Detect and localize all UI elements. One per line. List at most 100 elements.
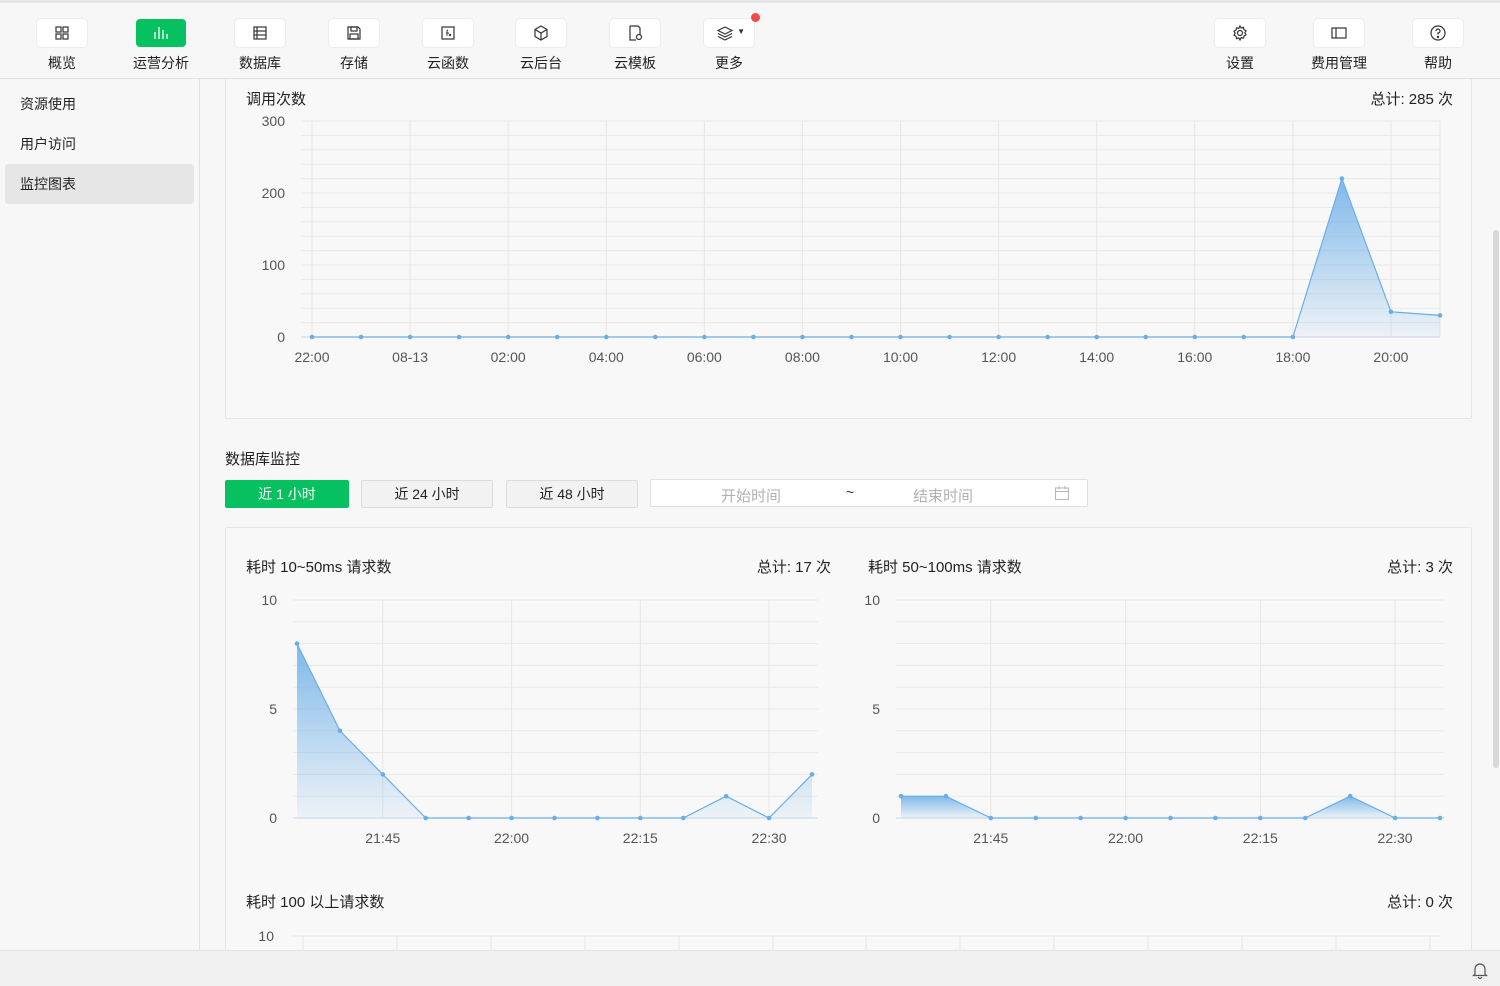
toolbar-analytics-label: 运营分析 [133, 55, 189, 71]
data-point [358, 334, 364, 340]
gear-icon [1233, 24, 1247, 42]
data-point [407, 334, 413, 340]
toolbar-analytics-button [136, 19, 186, 47]
data-point [1290, 334, 1296, 340]
db-monitor-title: 数据库监控 [225, 451, 301, 468]
data-point [947, 334, 952, 340]
main-content: 调用次数 总计: 285 次 0 100 200 300 22:00 08-13 02:00… [200, 79, 1500, 950]
series-area [312, 178, 1440, 337]
template-icon [629, 25, 643, 41]
toolbar-functions[interactable]: 云函数 [413, 19, 483, 73]
database-icon [253, 26, 267, 40]
data-point [1241, 334, 1247, 340]
data-point [800, 334, 805, 340]
toolbar-functions-label: 云函数 [427, 55, 469, 71]
toolbar-functions-button [423, 19, 473, 47]
wallet-icon [1331, 27, 1347, 39]
toolbar-more-label: 更多 [715, 55, 743, 71]
toolbar-settings[interactable]: 设置 [1205, 19, 1275, 73]
status-bar [0, 950, 1500, 986]
toolbar-templates[interactable]: 云模板 [600, 19, 670, 73]
data-point [849, 334, 854, 340]
end-time-input[interactable]: 结束时间 [913, 485, 973, 506]
calendar-icon[interactable] [1054, 485, 1070, 501]
sidebar: 资源使用 用户访问 监控图表 [0, 79, 200, 950]
y-tick-label: 0 [277, 329, 285, 345]
y-tick-label: 100 [262, 257, 286, 273]
toolbar-billing-label: 费用管理 [1311, 55, 1367, 71]
x-tick-label: 14:00 [1079, 349, 1114, 365]
notification-badge [751, 13, 760, 22]
grid-icon [55, 26, 69, 40]
data-point [309, 334, 315, 340]
toolbar-storage-label: 存储 [340, 55, 368, 71]
x-tick-label: 20:00 [1373, 349, 1408, 365]
data-point [456, 334, 462, 340]
toolbar-help-label: 帮助 [1424, 55, 1452, 71]
data-point [702, 334, 707, 340]
toolbar-more-button: ▼ [704, 13, 760, 47]
data-point [505, 334, 511, 340]
toolbar-help-button [1413, 19, 1463, 47]
bar-chart-icon [154, 27, 168, 39]
toolbar-settings-button [1215, 19, 1265, 47]
toolbar-database-button [235, 19, 285, 47]
toolbar-storage[interactable]: 存储 [319, 19, 389, 73]
cube-icon [534, 25, 548, 41]
toolbar-cloud-backend-button [516, 19, 566, 47]
top-toolbar: 概览 运营分析 数据库 存储 云函数 云后台 云模板 ▼ 更多 设置 费用管理 … [0, 0, 1500, 79]
calls-chart-card: 调用次数 总计: 285 次 0 100 200 300 22:00 08-13 02:00… [225, 79, 1472, 419]
x-tick-label: 16:00 [1177, 349, 1212, 365]
data-point [554, 334, 560, 340]
chevron-down-icon: ▼ [737, 27, 745, 36]
x-tick-label: 08-13 [392, 349, 428, 365]
toolbar-analytics[interactable]: 运营分析 [126, 19, 196, 73]
data-point [603, 334, 609, 340]
data-point [1045, 334, 1050, 340]
bell-icon[interactable] [1472, 961, 1488, 979]
data-point [653, 334, 658, 340]
x-tick-label: 18:00 [1275, 349, 1310, 365]
x-tick-label: 04:00 [589, 349, 624, 365]
help-icon [1430, 25, 1446, 41]
x-tick-label: 12:00 [981, 349, 1016, 365]
calls-area-chart: 0 100 200 300 22:00 08-13 02:00 04:00 06:00 08:00… [262, 113, 1443, 365]
data-point [1192, 334, 1198, 340]
toolbar-database[interactable]: 数据库 [225, 19, 295, 73]
db-chart3-area: 10 [258, 928, 1441, 950]
toolbar-overview-button [37, 19, 87, 47]
toolbar-billing[interactable]: 费用管理 [1304, 19, 1374, 73]
data-point [1143, 334, 1149, 340]
toolbar-cloud-backend-label: 云后台 [520, 55, 562, 71]
sidebar-item-monitoring-charts[interactable]: 监控图表 [5, 164, 194, 204]
series-line [312, 176, 1441, 338]
data-point [1437, 313, 1443, 318]
data-point [1339, 176, 1345, 181]
scrollbar[interactable] [1493, 230, 1499, 768]
toolbar-more[interactable]: ▼ 更多 [694, 13, 764, 73]
date-range-picker[interactable]: 开始时间 ~ 结束时间 [650, 479, 1088, 507]
x-tick-label: 06:00 [687, 349, 722, 365]
x-tick-label: 02:00 [491, 349, 526, 365]
data-point [1094, 334, 1099, 340]
data-point [751, 334, 756, 340]
layers-icon [716, 26, 734, 41]
start-time-input[interactable]: 开始时间 [721, 485, 781, 506]
toolbar-cloud-backend[interactable]: 云后台 [506, 19, 576, 73]
db-charts-card: 耗时 10~50ms 请求数 总计: 17 次 耗时 50~100ms 请求数 … [225, 527, 1472, 950]
y-tick-label: 200 [262, 185, 286, 201]
x-tick-label: 22:00 [294, 349, 329, 365]
toolbar-database-label: 数据库 [239, 55, 281, 71]
toolbar-settings-label: 设置 [1226, 55, 1254, 71]
date-range-separator: ~ [846, 484, 855, 500]
sidebar-item-resource-usage[interactable]: 资源使用 [5, 84, 194, 124]
y-tick-label: 300 [262, 113, 286, 129]
sidebar-item-user-access[interactable]: 用户访问 [5, 124, 194, 164]
toolbar-overview[interactable]: 概览 [27, 19, 97, 73]
range-24h-button[interactable]: 近 24 小时 [361, 480, 493, 508]
range-48h-button[interactable]: 近 48 小时 [506, 480, 638, 508]
range-1h-button[interactable]: 近 1 小时 [225, 480, 349, 508]
toolbar-help[interactable]: 帮助 [1403, 19, 1473, 73]
save-icon [347, 26, 361, 40]
x-tick-label: 08:00 [785, 349, 820, 365]
